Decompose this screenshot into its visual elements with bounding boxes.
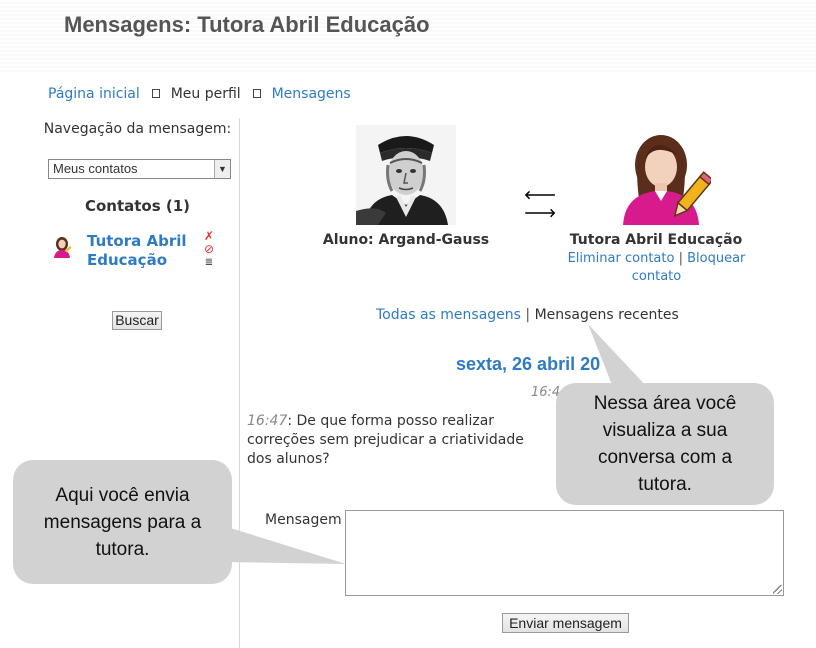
breadcrumb-home-link[interactable]: Página inicial: [48, 86, 140, 102]
message-body: : De que forma posso realizar correções …: [247, 413, 524, 467]
tutor-avatar: [623, 135, 711, 225]
contact-actions: ✗ ⊘ ≣: [201, 230, 217, 269]
conversation-arrows-icon: 🡐 🡒: [524, 188, 557, 220]
link-separator: |: [678, 251, 683, 266]
callout-send-area: Aqui você envia mensagens para a tutora.: [13, 460, 232, 584]
callout-conversation-text: Nessa área você visualiza a sua conversa…: [593, 393, 737, 495]
contact-avatar-icon: [54, 237, 72, 258]
resize-grip-icon[interactable]: [773, 585, 782, 594]
callout-send-text: Aqui você envia mensagens para a tutora.: [43, 484, 202, 560]
breadcrumb-messages-link[interactable]: Mensagens: [272, 86, 351, 102]
breadcrumb-separator-icon: [253, 89, 262, 98]
navigation-select-value: Meus contatos: [53, 161, 138, 176]
contacts-heading: Contatos (1): [84, 197, 191, 215]
message-item: 16:47: De que forma posso realizar corre…: [247, 412, 537, 469]
tutor-label: Tutora Abril Educação: [569, 232, 743, 248]
contact-link[interactable]: Tutora Abril Educação: [87, 232, 197, 270]
callout-conversation-area: Nessa área você visualiza a sua conversa…: [556, 383, 774, 505]
tutor-contact-actions: Eliminar contato | Bloquear contato: [559, 250, 754, 286]
block-contact-icon[interactable]: ⊘: [201, 243, 217, 256]
tab-all-messages[interactable]: Todas as mensagens: [376, 307, 521, 323]
message-tabs: Todas as mensagens | Mensagens recentes: [376, 307, 679, 323]
message-textarea[interactable]: [345, 510, 784, 596]
chevron-down-icon[interactable]: ▼: [214, 160, 230, 178]
breadcrumb-profile: Meu perfil: [170, 86, 241, 102]
student-label: Aluno: Argand-Gauss: [322, 232, 490, 248]
breadcrumb-separator-icon: [152, 89, 161, 98]
page-header: Mensagens: Tutora Abril Educação: [0, 0, 816, 72]
navigation-select[interactable]: Meus contatos ▼: [48, 159, 231, 179]
message-history-icon[interactable]: ≣: [201, 256, 217, 269]
send-message-button[interactable]: Enviar mensagem: [502, 613, 629, 633]
callout-tail: [224, 526, 346, 564]
student-portrait: [356, 125, 456, 225]
search-button[interactable]: Buscar: [112, 311, 162, 330]
message-time: 16:47: [247, 413, 288, 429]
callout-tail: [588, 324, 650, 390]
remove-contact-link[interactable]: Eliminar contato: [568, 251, 675, 266]
tab-recent-messages: Mensagens recentes: [534, 307, 679, 323]
page-title: Mensagens: Tutora Abril Educação: [64, 12, 430, 37]
breadcrumb: Página inicial Meu perfil Mensagens: [48, 86, 351, 102]
date-heading: sexta, 26 abril 20: [456, 354, 601, 374]
navigation-label: Navegação da mensagem:: [43, 121, 232, 137]
tab-separator: |: [525, 307, 531, 323]
